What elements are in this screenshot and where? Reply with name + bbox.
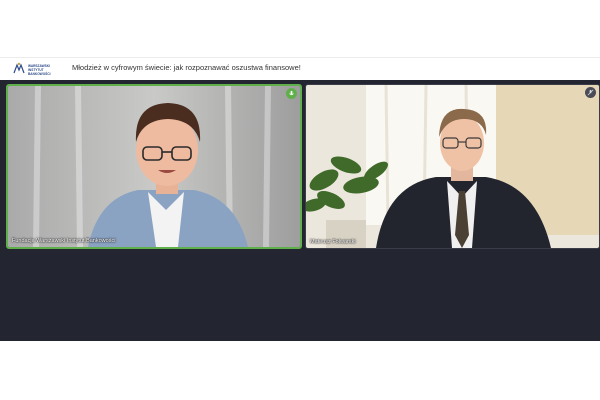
meeting-title: Młodzież w cyfrowym świecie: jak rozpozn… (72, 63, 301, 72)
muted-mic-icon[interactable] (585, 87, 596, 98)
video-tile-host[interactable]: Fundacja Warszawski Instytut Bankowości (6, 84, 302, 249)
participant-name: Mateusz Folwarski (310, 239, 356, 245)
video-tile-participant[interactable]: Mateusz Folwarski (305, 84, 600, 249)
mic-icon[interactable] (286, 88, 297, 99)
logo-mark-icon (13, 62, 25, 74)
participant-name: Fundacja Warszawski Instytut Bankowości (12, 238, 116, 244)
meeting-header: WARSZAWSKI INSTYTUT BANKOWOŚCI Młodzież … (0, 57, 600, 81)
participant-video-1 (8, 86, 300, 247)
logo-text: WARSZAWSKI INSTYTUT BANKOWOŚCI (28, 64, 51, 76)
participant-video-2 (306, 85, 599, 248)
wib-logo: WARSZAWSKI INSTYTUT BANKOWOŚCI (12, 62, 60, 78)
